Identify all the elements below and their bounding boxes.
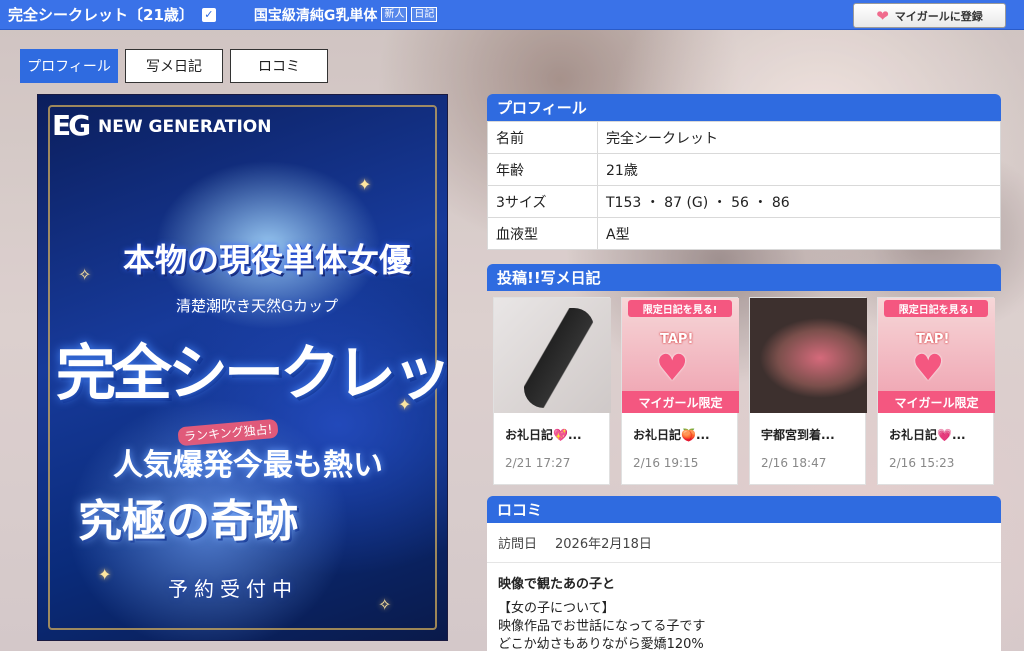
- poster-brand: NEW GENERATION: [98, 117, 272, 137]
- diary-date: 2/21 17:27: [505, 456, 571, 470]
- review-heading: ロコミ: [487, 496, 1001, 523]
- diary-card[interactable]: 限定日記を見る! TAP! ♥ マイガール限定 お礼日記🍑... 2/16 19…: [621, 297, 739, 485]
- sparkle-icon: ✧: [78, 265, 92, 284]
- profile-heading: プロフィール: [487, 94, 1001, 121]
- visit-label: 訪問日: [498, 537, 538, 552]
- table-row: 年齢 21歳: [487, 153, 1001, 186]
- table-row: 3サイズ T153 ・ 87 (G) ・ 56 ・ 86: [487, 185, 1001, 218]
- limited-diary-badge: 限定日記を見る!: [884, 300, 988, 317]
- add-mygirl-label: マイガールに登録: [894, 9, 983, 23]
- tab-photo-diary[interactable]: 写メ日記: [125, 49, 223, 83]
- profile-table: 名前 完全シークレット 年齢 21歳 3サイズ T153 ・ 87 (G) ・ …: [487, 121, 1001, 250]
- diary-date: 2/16 19:15: [633, 456, 699, 470]
- visit-date: 2026年2月18日: [555, 537, 652, 552]
- poster-logo: EG: [52, 109, 91, 142]
- sparkle-icon: ✧: [378, 595, 392, 614]
- diary-title: お礼日記💖...: [505, 428, 582, 442]
- profile-poster-image[interactable]: EG NEW GENERATION ✦ ✧ ✦ ✦ ✧ 本物の現役単体女優 清楚…: [37, 94, 448, 641]
- tap-label: TAP!: [660, 332, 694, 347]
- table-row: 名前 完全シークレット: [487, 121, 1001, 154]
- diary-card[interactable]: 宇都宮到着... 2/16 18:47: [749, 297, 867, 485]
- diary-thumbnail: [494, 298, 611, 413]
- top-bar: 完全シークレット〔21歳〕 ✓ 国宝級清純G乳単体 新人 日記 ❤ マイガールに…: [0, 0, 1024, 30]
- review-panel: ロコミ 訪問日 2026年2月18日 映像で観たあの子と 【女の子について】 映…: [487, 496, 1001, 651]
- mygirl-only-badge: マイガール限定: [878, 391, 995, 413]
- mygirl-only-badge: マイガール限定: [622, 391, 739, 413]
- girl-name: 完全シークレット〔21歳〕: [8, 6, 194, 24]
- heart-lock-icon: ♥: [912, 348, 945, 389]
- profile-value: 完全シークレット: [597, 121, 1001, 154]
- poster-line-3: 完全シークレット: [56, 339, 448, 409]
- add-mygirl-button[interactable]: ❤ マイガールに登録: [853, 3, 1006, 28]
- diary-thumbnail: 限定日記を見る! TAP! ♥ マイガール限定: [622, 298, 739, 413]
- poster-line-5: 人気爆発今最も熱い: [113, 448, 383, 483]
- review-line: 映像作品でお世話になってる子です: [498, 619, 706, 634]
- diary-title: お礼日記🍑...: [633, 428, 710, 442]
- poster-line-2: 清楚潮吹き天然Gカップ: [176, 297, 338, 315]
- photo-diary-panel: 投稿!!写メ日記 お礼日記💖... 2/21 17:27 限定日記を見る! TA…: [487, 264, 1001, 485]
- profile-value: A型: [597, 217, 1001, 250]
- catch-copy: 国宝級清純G乳単体: [253, 7, 378, 24]
- tag-diary: 日記: [411, 7, 438, 22]
- diary-thumbnail: [750, 298, 867, 413]
- tab-reviews[interactable]: ロコミ: [230, 49, 328, 83]
- sparkle-icon: ✦: [358, 175, 372, 194]
- profile-key: 名前: [487, 121, 598, 154]
- profile-key: 3サイズ: [487, 185, 598, 218]
- review-date-row: 訪問日 2026年2月18日: [487, 523, 1001, 563]
- poster-line-7: 予約受付中: [168, 577, 298, 601]
- poster-line-1: 本物の現役単体女優: [123, 241, 412, 279]
- photo-diary-list: お礼日記💖... 2/21 17:27 限定日記を見る! TAP! ♥ マイガー…: [487, 291, 1001, 485]
- profile-value: 21歳: [597, 153, 1001, 186]
- diary-thumbnail: 限定日記を見る! TAP! ♥ マイガール限定: [878, 298, 995, 413]
- diary-date: 2/16 18:47: [761, 456, 827, 470]
- review-title: 映像で観たあの子と: [498, 577, 616, 592]
- sparkle-icon: ✦: [98, 565, 112, 584]
- profile-tabs: プロフィール 写メ日記 ロコミ: [20, 49, 328, 83]
- limited-diary-badge: 限定日記を見る!: [628, 300, 732, 317]
- heart-lock-icon: ♥: [656, 348, 689, 389]
- tap-label: TAP!: [916, 332, 950, 347]
- tab-profile[interactable]: プロフィール: [20, 49, 118, 83]
- tag-new: 新人: [381, 7, 408, 22]
- poster-line-6: 究極の奇跡: [78, 496, 298, 547]
- photo-diary-heading: 投稿!!写メ日記: [487, 264, 1001, 291]
- diary-date: 2/16 15:23: [889, 456, 955, 470]
- table-row: 血液型 A型: [487, 217, 1001, 250]
- profile-value: T153 ・ 87 (G) ・ 56 ・ 86: [597, 185, 1001, 218]
- profile-key: 年齢: [487, 153, 598, 186]
- diary-title: 宇都宮到着...: [761, 428, 835, 442]
- diary-title: お礼日記💗...: [889, 428, 966, 442]
- profile-key: 血液型: [487, 217, 598, 250]
- review-text: 【女の子について】 映像作品でお世話になってる子です どこか幼さもありながら愛嬌…: [487, 592, 1001, 651]
- review-line: どこか幼さもありながら愛嬌120%: [498, 637, 704, 651]
- diary-card[interactable]: お礼日記💖... 2/21 17:27: [493, 297, 611, 485]
- heart-icon: ❤: [876, 6, 889, 25]
- diary-card[interactable]: 限定日記を見る! TAP! ♥ マイガール限定 お礼日記💗... 2/16 15…: [877, 297, 995, 485]
- verified-check-icon: ✓: [201, 7, 216, 22]
- profile-panel: プロフィール 名前 完全シークレット 年齢 21歳 3サイズ T153 ・ 87…: [487, 94, 1001, 250]
- review-line: 【女の子について】: [498, 601, 615, 616]
- review-body: 訪問日 2026年2月18日 映像で観たあの子と 【女の子について】 映像作品で…: [487, 523, 1001, 651]
